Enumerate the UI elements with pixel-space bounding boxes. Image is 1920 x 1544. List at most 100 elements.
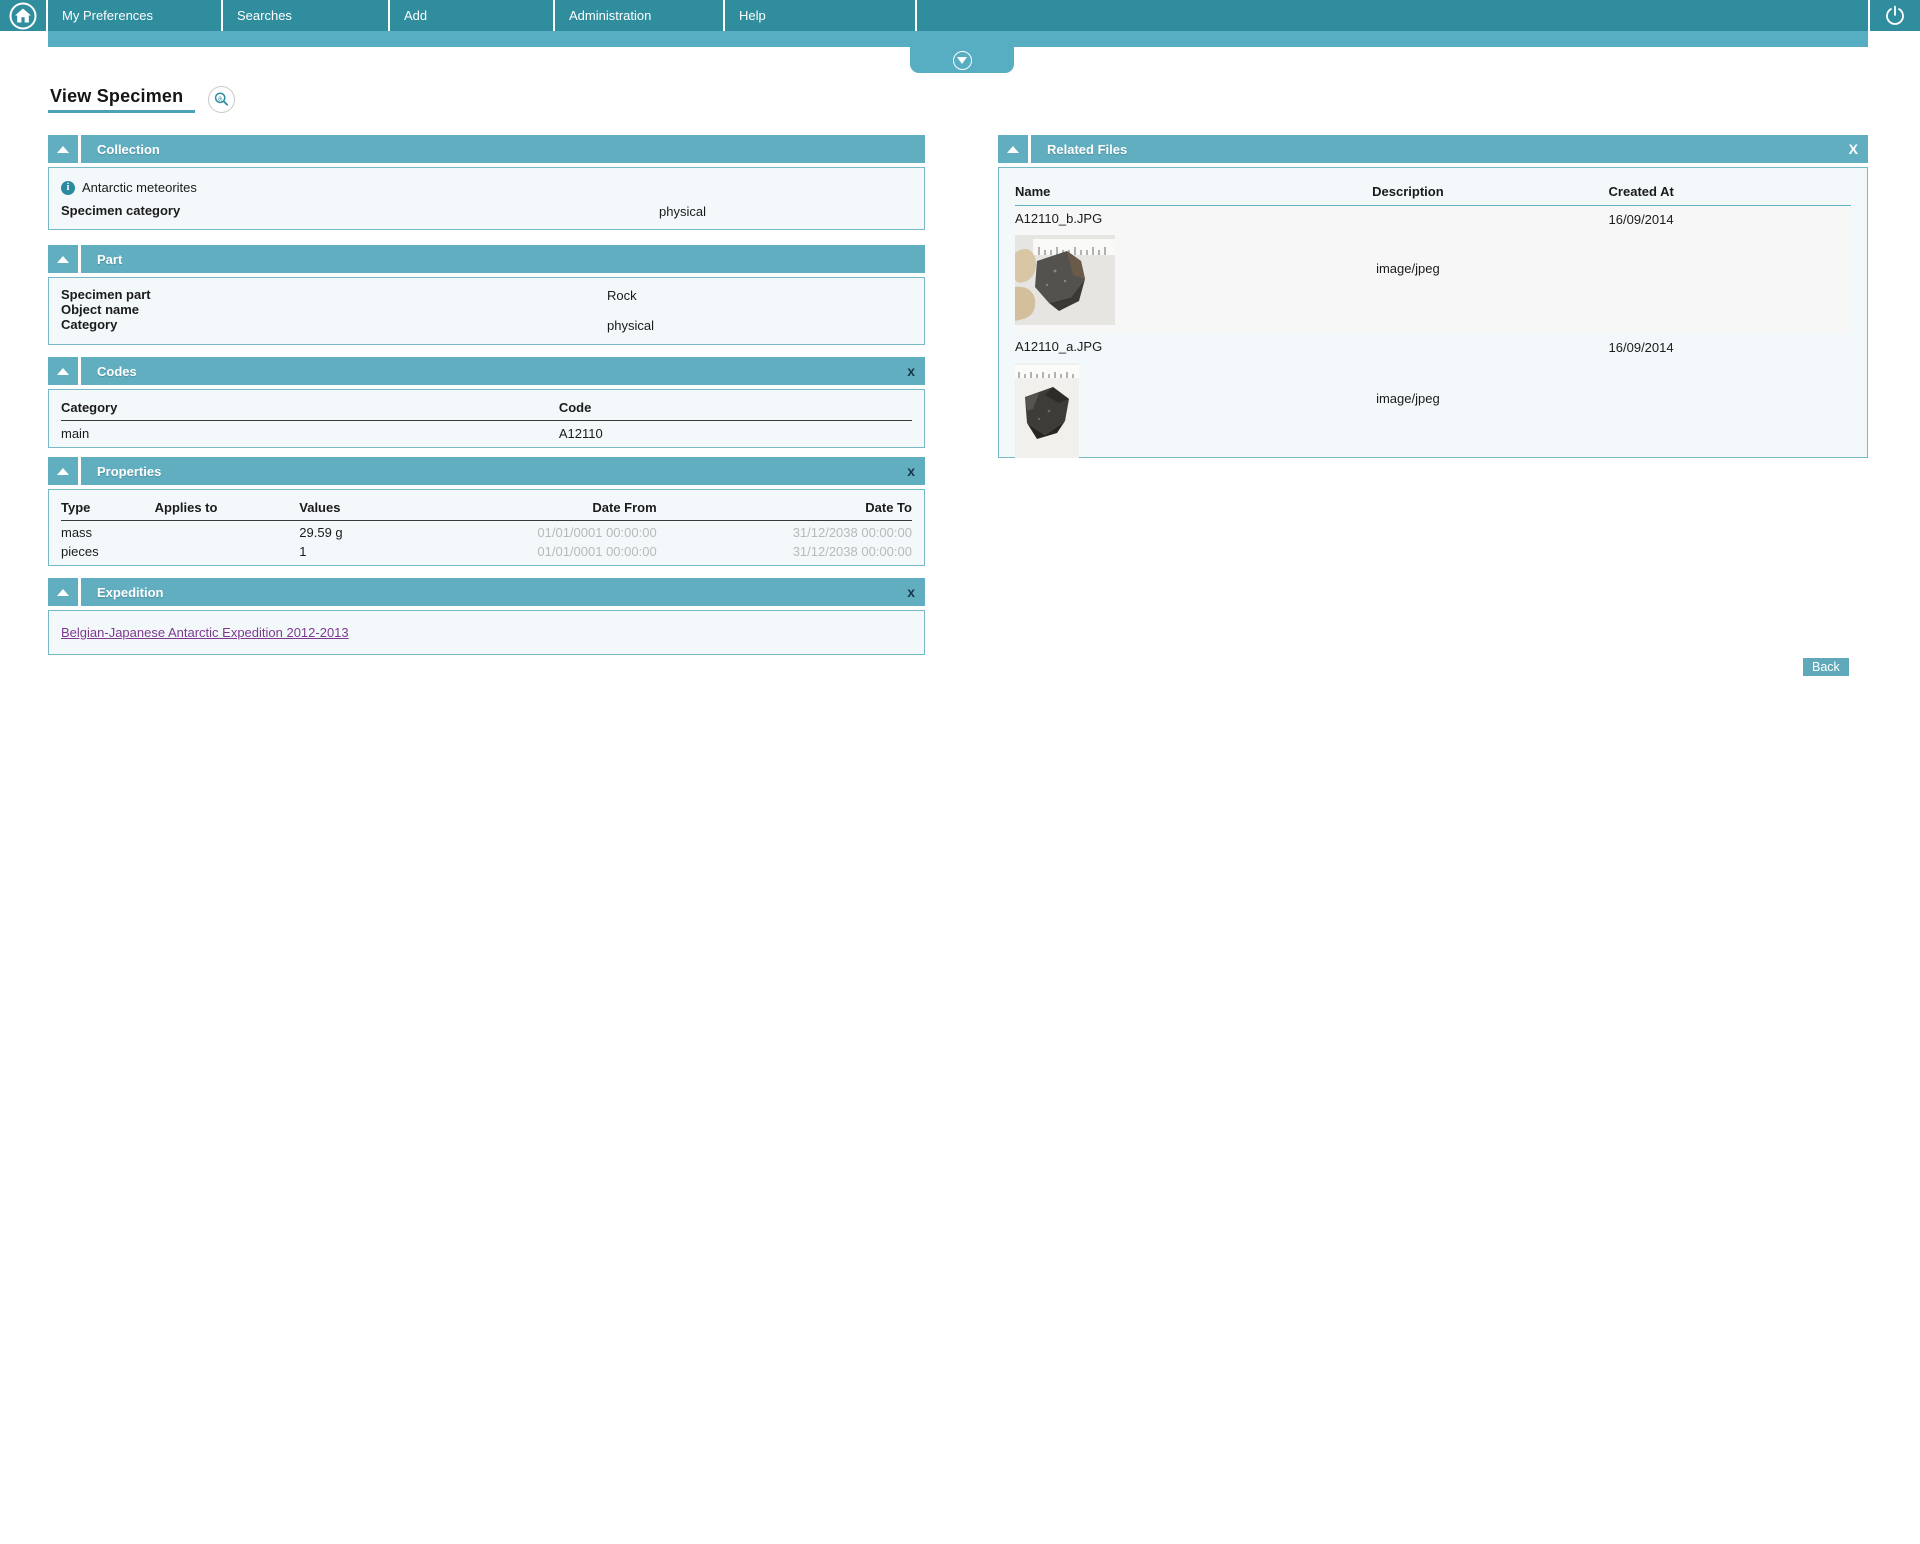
file-thumbnail-image[interactable]: [1015, 235, 1115, 325]
object-name-label: Object name: [61, 302, 140, 317]
chevron-down-icon: [952, 50, 972, 70]
specimen-part-label: Specimen part: [61, 287, 151, 302]
nav-add[interactable]: Add: [390, 0, 555, 31]
related-files-panel-body: Name Description Created At A12110_b.JPG: [998, 167, 1868, 458]
rf-col-description: Description: [1372, 184, 1444, 199]
rf-description-cell: image/jpeg: [1316, 339, 1500, 458]
close-expedition-icon[interactable]: x: [907, 585, 925, 599]
code-value: A12110: [558, 426, 603, 441]
props-col-type: Type: [61, 500, 91, 515]
back-button[interactable]: Back: [1803, 658, 1849, 676]
arrow-up-icon: [57, 588, 69, 596]
expedition-panel-header: Expedition x: [48, 578, 925, 606]
part-panel: Part Specimen part Rock Object name Cate…: [48, 245, 925, 345]
home-button[interactable]: [0, 0, 48, 31]
rf-col-name: Name: [1015, 184, 1051, 199]
collapse-expedition-button[interactable]: [48, 578, 81, 606]
props-col-values: Values: [299, 500, 341, 515]
file-created-at: 16/09/2014: [1608, 212, 1674, 227]
codes-col-code: Code: [558, 400, 592, 415]
properties-panel-title: Properties: [97, 463, 162, 479]
properties-panel-header: Properties x: [48, 457, 925, 485]
prop-type: pieces: [61, 544, 99, 559]
collection-panel-body: i Antarctic meteorites Specimen category…: [48, 167, 925, 230]
prop-date-to: 31/12/2038 00:00:00: [792, 525, 912, 540]
related-files-panel-title: Related Files: [1047, 141, 1128, 157]
codes-table-header: Category Code: [61, 400, 912, 421]
expedition-link[interactable]: Belgian-Japanese Antarctic Expedition 20…: [61, 625, 349, 640]
prop-date-from: 01/01/0001 00:00:00: [537, 544, 657, 559]
codes-panel-header: Codes x: [48, 357, 925, 385]
arrow-up-icon: [57, 367, 69, 375]
properties-table-header: Type Applies to Values Date From Date To: [61, 500, 912, 521]
nav-help[interactable]: Help: [725, 0, 917, 31]
home-icon: [9, 2, 37, 29]
related-file-row: A12110_b.JPG image/jpeg 16/09/2014: [1015, 206, 1851, 334]
file-name: A12110_b.JPG: [1015, 211, 1103, 226]
specimen-part-value: Rock: [607, 288, 637, 303]
nav-my-preferences[interactable]: My Preferences: [48, 0, 223, 31]
related-files-panel: Related Files X Name Description Created…: [998, 135, 1868, 458]
nav-searches[interactable]: Searches: [223, 0, 390, 31]
category-value: physical: [607, 318, 654, 333]
page-title: View Specimen: [48, 86, 196, 113]
nav-administration[interactable]: Administration: [555, 0, 725, 31]
prop-values: 1: [299, 544, 307, 559]
collapse-properties-button[interactable]: [48, 457, 81, 485]
part-panel-body: Specimen part Rock Object name Category …: [48, 277, 925, 345]
collection-name: Antarctic meteorites: [82, 180, 197, 195]
properties-panel: Properties x Type Applies to Values Date…: [48, 457, 925, 566]
codes-col-category: Category: [61, 400, 118, 415]
prop-date-from: 01/01/0001 00:00:00: [537, 525, 657, 540]
file-thumbnail-image[interactable]: [1015, 363, 1079, 458]
main-menu: My Preferences Searches Add Administrati…: [48, 0, 917, 31]
properties-panel-body: Type Applies to Values Date From Date To…: [48, 489, 925, 566]
specimen-part-row: Specimen part Rock: [61, 287, 912, 303]
codes-table-row: main A12110: [61, 421, 912, 441]
navbar-spacer: [917, 0, 1868, 31]
category-row: Category physical: [61, 317, 912, 333]
collapse-related-files-button[interactable]: [998, 135, 1031, 163]
collapse-part-button[interactable]: [48, 245, 81, 273]
specimen-category-row: Specimen category physical: [61, 203, 912, 219]
menu-pull-tab[interactable]: [910, 47, 1014, 73]
rf-spacer: [1500, 184, 1609, 199]
collection-panel-header: Collection: [48, 135, 925, 163]
properties-table-row: mass 29.59 g 01/01/0001 00:00:00 31/12/2…: [61, 521, 912, 540]
application-window: My Preferences Searches Add Administrati…: [0, 0, 1920, 1544]
top-navbar: My Preferences Searches Add Administrati…: [0, 0, 1920, 31]
prop-applies-to: [155, 544, 300, 559]
page-title-row: View Specimen a: [48, 86, 236, 113]
part-panel-header: Part: [48, 245, 925, 273]
prop-applies-to: [155, 525, 300, 540]
collection-panel: Collection i Antarctic meteorites Specim…: [48, 135, 925, 230]
expedition-panel: Expedition x Belgian-Japanese Antarctic …: [48, 578, 925, 655]
properties-table-row: pieces 1 01/01/0001 00:00:00 31/12/2038 …: [61, 540, 912, 559]
arrow-up-icon: [57, 145, 69, 153]
arrow-up-icon: [57, 255, 69, 263]
close-properties-icon[interactable]: x: [907, 464, 925, 478]
collapse-codes-button[interactable]: [48, 357, 81, 385]
preview-zoom-button[interactable]: a: [208, 86, 236, 113]
specimen-category-label: Specimen category: [61, 203, 181, 218]
logout-button[interactable]: [1868, 0, 1920, 31]
rf-spacer: [1500, 339, 1609, 458]
prop-type: mass: [61, 525, 93, 540]
collection-panel-title: Collection: [97, 141, 160, 157]
props-col-date-to: Date To: [865, 500, 912, 515]
arrow-up-icon: [57, 467, 69, 475]
power-icon: [1886, 5, 1904, 25]
codes-panel-title: Codes: [97, 363, 137, 379]
part-panel-title: Part: [97, 251, 123, 267]
close-related-files-icon[interactable]: X: [1849, 142, 1868, 156]
related-file-row: A12110_a.JPG image/jpeg 16/09/2014: [1015, 334, 1851, 467]
rf-name-cell: A12110_a.JPG: [1015, 339, 1316, 458]
file-mime-type: image/jpeg: [1376, 391, 1440, 406]
close-codes-icon[interactable]: x: [907, 364, 925, 378]
arrow-up-icon: [1007, 145, 1019, 153]
file-name: A12110_a.JPG: [1015, 339, 1103, 354]
file-created-at: 16/09/2014: [1608, 340, 1674, 355]
collapse-collection-button[interactable]: [48, 135, 81, 163]
rf-spacer: [1500, 211, 1609, 325]
file-mime-type: image/jpeg: [1376, 260, 1440, 276]
